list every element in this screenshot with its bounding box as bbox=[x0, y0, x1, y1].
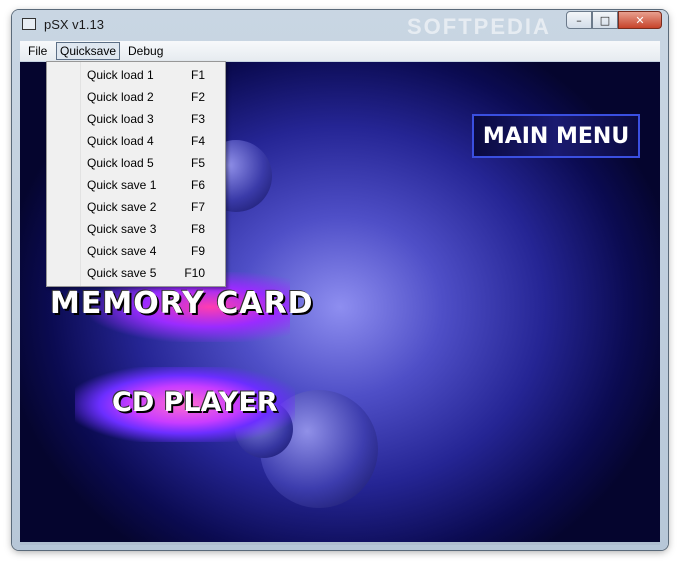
menu-item-quick-load-3[interactable]: Quick load 3 F3 bbox=[47, 108, 225, 130]
minimize-button[interactable]: – bbox=[566, 11, 592, 29]
menu-item-shortcut: F10 bbox=[184, 266, 205, 280]
menu-item-shortcut: F5 bbox=[190, 156, 205, 170]
menu-quicksave[interactable]: Quicksave bbox=[56, 42, 121, 60]
caption-buttons: – □ ✕ bbox=[566, 11, 662, 29]
menu-item-shortcut: F7 bbox=[190, 200, 205, 214]
menu-item-shortcut: F4 bbox=[190, 134, 205, 148]
menu-item-shortcut: F3 bbox=[190, 112, 205, 126]
menu-item-shortcut: F9 bbox=[190, 244, 205, 258]
menu-item-label: Quick save 5 bbox=[87, 266, 157, 280]
window-bottom-edge bbox=[20, 542, 660, 545]
menu-item-label: Quick save 1 bbox=[87, 178, 157, 192]
menu-item-quick-save-1[interactable]: Quick save 1 F6 bbox=[47, 174, 225, 196]
menu-debug[interactable]: Debug bbox=[125, 43, 166, 59]
app-window-icon bbox=[22, 18, 36, 30]
menu-item-label: Quick save 3 bbox=[87, 222, 157, 236]
main-menu-button[interactable]: MAIN MENU bbox=[472, 114, 640, 158]
menu-item-shortcut: F6 bbox=[190, 178, 205, 192]
menu-file[interactable]: File bbox=[25, 43, 50, 59]
title-bar[interactable]: pSX v1.13 SOFTPEDIA – □ ✕ bbox=[12, 10, 668, 40]
menu-item-shortcut: F8 bbox=[190, 222, 205, 236]
menu-item-quick-load-4[interactable]: Quick load 4 F4 bbox=[47, 130, 225, 152]
main-menu-label: MAIN MENU bbox=[482, 123, 630, 149]
menu-item-quick-save-2[interactable]: Quick save 2 F7 bbox=[47, 196, 225, 218]
menu-bar: File Quicksave Debug bbox=[20, 41, 660, 61]
memory-card-option[interactable]: MEMORY CARD bbox=[50, 286, 314, 321]
softpedia-watermark: SOFTPEDIA bbox=[407, 14, 551, 39]
menu-item-quick-save-4[interactable]: Quick save 4 F9 bbox=[47, 240, 225, 262]
menu-item-label: Quick load 1 bbox=[87, 68, 154, 82]
menu-item-quick-save-3[interactable]: Quick save 3 F8 bbox=[47, 218, 225, 240]
maximize-button[interactable]: □ bbox=[592, 11, 618, 29]
close-button[interactable]: ✕ bbox=[618, 11, 662, 29]
menu-item-quick-save-5[interactable]: Quick save 5 F10 bbox=[47, 262, 225, 284]
menu-item-quick-load-5[interactable]: Quick load 5 F5 bbox=[47, 152, 225, 174]
quicksave-dropdown-menu: Quick load 1 F1 Quick load 2 F2 Quick lo… bbox=[46, 61, 226, 287]
menu-item-label: Quick load 5 bbox=[87, 156, 154, 170]
menu-item-quick-load-1[interactable]: Quick load 1 F1 bbox=[47, 64, 225, 86]
menu-item-shortcut: F2 bbox=[190, 90, 205, 104]
menu-item-shortcut: F1 bbox=[190, 68, 205, 82]
menu-item-label: Quick load 3 bbox=[87, 112, 154, 126]
menu-item-label: Quick load 2 bbox=[87, 90, 154, 104]
menu-item-label: Quick save 4 bbox=[87, 244, 157, 258]
menu-item-quick-load-2[interactable]: Quick load 2 F2 bbox=[47, 86, 225, 108]
menu-item-label: Quick load 4 bbox=[87, 134, 154, 148]
cd-player-option[interactable]: CD PLAYER bbox=[112, 387, 278, 418]
menu-item-label: Quick save 2 bbox=[87, 200, 157, 214]
window-title: pSX v1.13 bbox=[44, 17, 104, 32]
